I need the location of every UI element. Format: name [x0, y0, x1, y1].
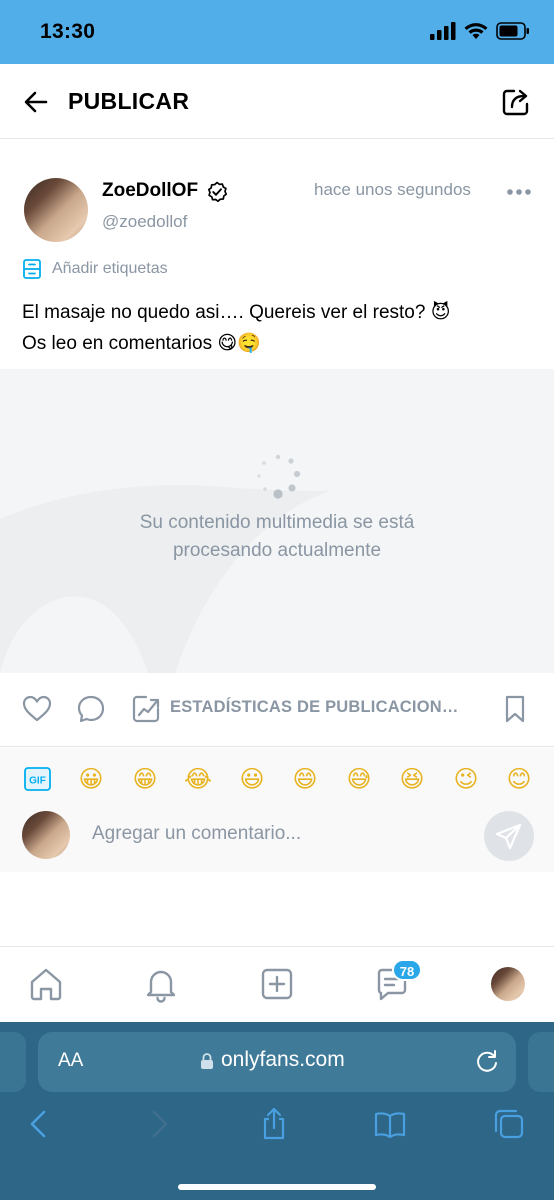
bottom-navigation — [0, 946, 554, 1022]
tag-icon — [23, 259, 41, 279]
commenter-avatar — [22, 811, 70, 859]
emoji-button-smile[interactable]: 😄 — [289, 763, 321, 795]
loading-spinner-icon — [257, 454, 301, 499]
browser-tabs-icon[interactable] — [492, 1107, 526, 1141]
reload-icon[interactable] — [474, 1048, 500, 1074]
post-text-line-1: El masaje no quedo asi…. Quereis ver el … — [22, 302, 451, 323]
post-actions-bar: ESTADÍSTICAS DE PUBLICACION… — [0, 673, 554, 747]
comment-bubble-icon[interactable] — [75, 693, 107, 725]
gif-picker-icon[interactable]: GIF — [24, 767, 51, 791]
post-timestamp: hace unos segundos — [314, 180, 471, 199]
wifi-icon — [464, 23, 488, 39]
author-handle[interactable]: @zoedollof — [102, 212, 187, 232]
previous-tab[interactable] — [0, 1032, 26, 1092]
media-processing-message: Su contenido multimedia se está procesan… — [139, 512, 415, 561]
home-icon[interactable] — [27, 965, 65, 1003]
browser-back-icon[interactable] — [22, 1107, 56, 1141]
author-avatar[interactable] — [24, 178, 88, 242]
url-text[interactable]: onlyfans.com — [221, 1048, 345, 1072]
emoji-button-grinning[interactable]: 😀 — [75, 763, 107, 795]
page-title: PUBLICAR — [68, 88, 190, 114]
verified-badge-icon — [207, 181, 228, 203]
status-time: 13:30 — [40, 20, 96, 43]
add-tags-button[interactable]: Añadir etiquetas — [22, 258, 168, 280]
signal-icon — [430, 22, 456, 40]
profile-avatar-nav[interactable] — [491, 967, 525, 1001]
new-post-plus-icon[interactable] — [258, 965, 296, 1003]
post-text: El masaje no quedo asi…. Quereis ver el … — [22, 297, 542, 359]
emoji-button-sweat-smile[interactable]: 😅 — [343, 763, 375, 795]
notifications-bell-icon[interactable] — [142, 965, 180, 1003]
browser-bookmarks-icon[interactable] — [373, 1107, 407, 1141]
browser-share-icon[interactable] — [257, 1107, 291, 1141]
gif-label: GIF — [29, 776, 46, 787]
battery-icon — [496, 22, 529, 40]
status-bar: 13:30 — [0, 0, 554, 64]
send-comment-button[interactable] — [484, 811, 534, 861]
emoji-button-laughing[interactable]: 😆 — [396, 763, 428, 795]
home-indicator[interactable] — [178, 1184, 376, 1190]
status-icons — [430, 22, 530, 40]
like-heart-icon[interactable] — [21, 693, 53, 725]
lock-icon — [201, 1053, 213, 1069]
comment-input[interactable] — [82, 812, 472, 856]
text-size-button[interactable]: AA — [58, 1050, 83, 1072]
emoji-button-tears-of-joy[interactable]: 😂 — [182, 763, 214, 795]
next-tab[interactable] — [528, 1032, 554, 1092]
post-text-line-2: Os leo en comentarios 😋🤤 — [22, 333, 261, 354]
messages-count-badge: 78 — [392, 959, 422, 981]
emoji-button-beaming[interactable]: 😁 — [129, 763, 161, 795]
share-icon[interactable] — [500, 86, 532, 118]
bookmark-icon[interactable] — [499, 693, 531, 725]
add-tags-label: Añadir etiquetas — [52, 260, 168, 277]
more-options-icon[interactable] — [506, 184, 532, 200]
statistics-chart-icon[interactable] — [130, 693, 162, 725]
emoji-button-blush[interactable]: 😊 — [503, 763, 535, 795]
send-paper-plane-icon — [495, 823, 522, 850]
post-statistics-link[interactable]: ESTADÍSTICAS DE PUBLICACION… — [170, 698, 459, 717]
page-header: PUBLICAR — [0, 64, 554, 139]
browser-forward-icon[interactable] — [142, 1107, 176, 1141]
emoji-button-wink[interactable]: 😉 — [450, 763, 482, 795]
author-name[interactable]: ZoeDollOF — [102, 180, 198, 202]
emoji-button-smiley[interactable]: 😃 — [236, 763, 268, 795]
back-arrow-icon[interactable] — [20, 86, 52, 118]
